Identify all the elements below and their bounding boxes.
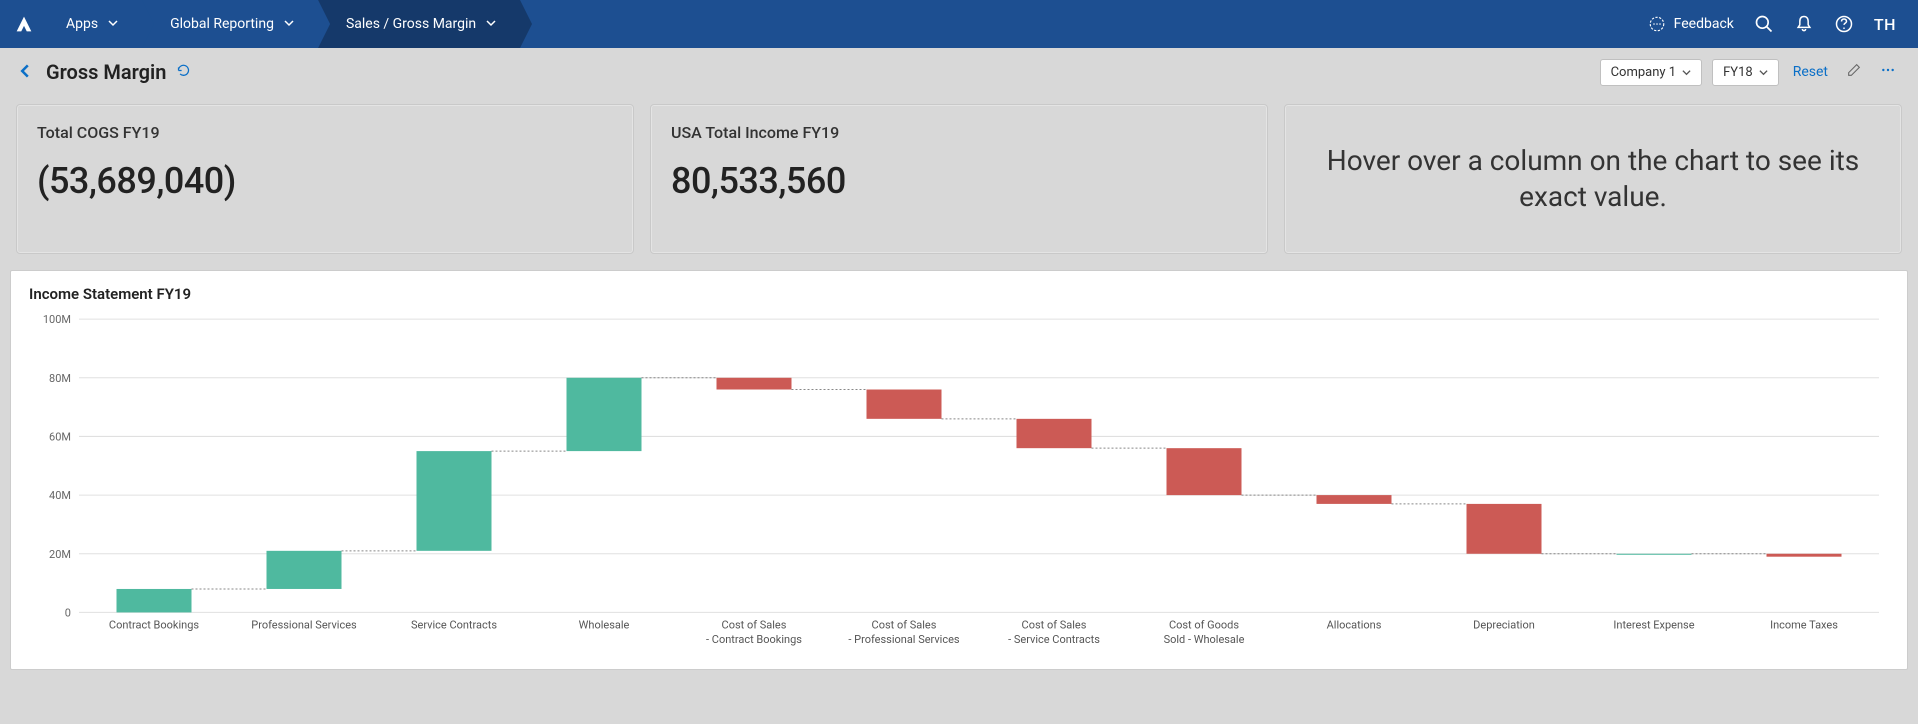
svg-text:- Contract Bookings: - Contract Bookings [706,633,802,646]
chevron-down-icon [1759,68,1768,77]
help-button[interactable] [1834,14,1854,34]
kpi-title: USA Total Income FY19 [671,123,1247,142]
top-nav: Apps Global Reporting Sales / Gross Marg… [0,0,1918,48]
refresh-button[interactable] [176,63,191,82]
fiscal-year-filter-label: FY18 [1723,65,1753,80]
chevron-left-icon [18,64,32,78]
nav-apps[interactable]: Apps [48,0,142,48]
chevron-down-icon [486,16,496,32]
search-icon [1754,14,1774,34]
help-icon [1834,14,1854,34]
svg-text:Cost of Sales: Cost of Sales [872,619,937,632]
nav-sales-gross-margin[interactable]: Sales / Gross Margin [318,0,520,48]
edit-button[interactable] [1842,58,1866,86]
hint-text: Hover over a column on the chart to see … [1305,143,1881,216]
more-horizontal-icon [1880,62,1896,78]
top-right-actions: Feedback TH [1648,0,1918,48]
svg-text:Cost of Sales: Cost of Sales [722,619,787,632]
chart-title: Income Statement FY19 [29,285,1889,303]
svg-text:Allocations: Allocations [1327,619,1382,632]
search-button[interactable] [1754,14,1774,34]
page-header: Gross Margin Company 1 FY18 Reset [0,48,1918,96]
chevron-down-icon [108,16,118,32]
page-title: Gross Margin [46,60,166,84]
svg-text:Professional Services: Professional Services [251,619,357,632]
nav-global-reporting-label: Global Reporting [170,16,274,32]
svg-text:Cost of Goods: Cost of Goods [1169,619,1239,632]
pencil-icon [1846,62,1862,78]
kpi-row: Total COGS FY19 (53,689,040) USA Total I… [0,96,1918,270]
kpi-value: (53,689,040) [37,160,613,202]
svg-text:0: 0 [65,606,71,619]
bell-icon [1794,14,1814,34]
back-button[interactable] [18,63,32,82]
feedback-label: Feedback [1674,16,1734,32]
chevron-down-icon [1682,68,1691,77]
more-button[interactable] [1876,58,1900,86]
notifications-button[interactable] [1794,14,1814,34]
kpi-title: Total COGS FY19 [37,123,613,142]
app-logo[interactable] [0,0,48,48]
company-filter-label: Company 1 [1611,65,1677,80]
svg-text:100M: 100M [43,313,71,326]
feedback-icon [1648,15,1666,33]
kpi-value: 80,533,560 [671,160,1247,202]
kpi-card-cogs: Total COGS FY19 (53,689,040) [16,104,634,254]
kpi-card-hint: Hover over a column on the chart to see … [1284,104,1902,254]
svg-text:Sold - Wholesale: Sold - Wholesale [1164,633,1245,646]
nav-global-reporting[interactable]: Global Reporting [142,0,318,48]
svg-text:Contract Bookings: Contract Bookings [109,619,199,632]
svg-text:- Professional Services: - Professional Services [848,633,959,646]
nav-sales-gross-margin-label: Sales / Gross Margin [346,16,476,32]
svg-text:60M: 60M [49,430,71,443]
svg-text:Wholesale: Wholesale [579,619,630,632]
feedback-button[interactable]: Feedback [1648,15,1734,33]
reset-button[interactable]: Reset [1789,64,1832,80]
user-avatar[interactable]: TH [1874,15,1896,34]
nav-apps-label: Apps [66,16,98,32]
svg-text:- Service Contracts: - Service Contracts [1008,633,1100,646]
chevron-down-icon [284,16,294,32]
svg-text:Income Taxes: Income Taxes [1770,619,1838,632]
svg-text:Interest Expense: Interest Expense [1613,619,1694,632]
svg-text:40M: 40M [49,489,71,502]
refresh-icon [176,63,191,78]
svg-text:20M: 20M [49,548,71,561]
company-filter[interactable]: Company 1 [1600,59,1703,86]
chart-card: Income Statement FY19 0 20M 40M 60M 80M 100M C… [10,270,1908,670]
kpi-card-income: USA Total Income FY19 80,533,560 [650,104,1268,254]
page-filters: Company 1 FY18 Reset [1600,58,1900,86]
fiscal-year-filter[interactable]: FY18 [1712,59,1779,86]
svg-text:Cost of Sales: Cost of Sales [1022,619,1087,632]
svg-text:Service Contracts: Service Contracts [411,619,497,632]
svg-text:Depreciation: Depreciation [1473,619,1535,632]
waterfall-chart[interactable]: 0 20M 40M 60M 80M 100M Contract Bookings Profes… [29,309,1889,663]
svg-text:80M: 80M [49,372,71,385]
